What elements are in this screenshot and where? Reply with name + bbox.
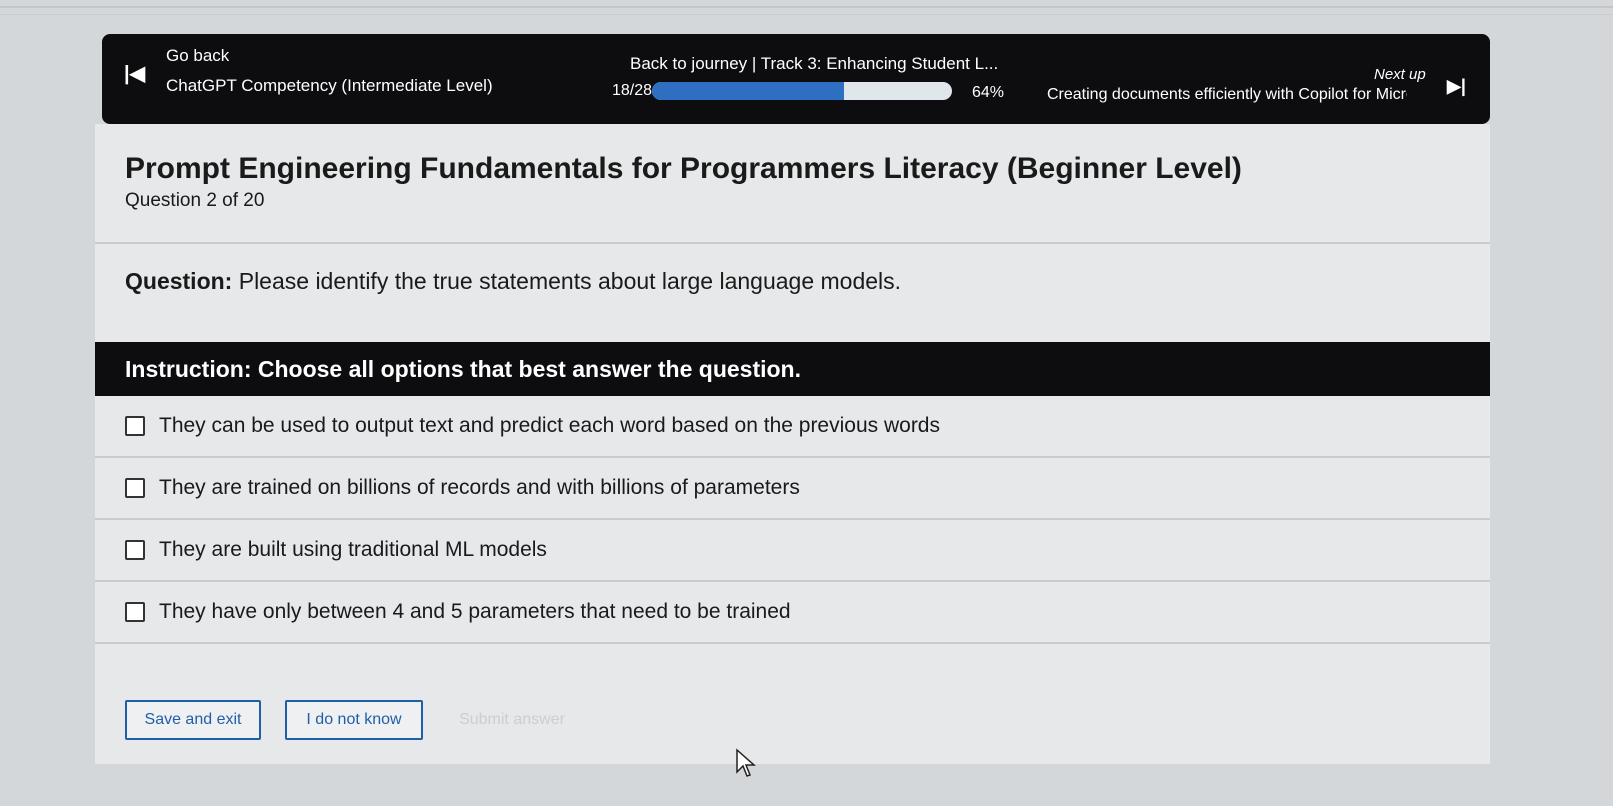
option-label: They can be used to output text and pred… <box>159 414 940 437</box>
progress-percent: 64% <box>972 84 1005 101</box>
answer-option[interactable]: They are built using traditional ML mode… <box>95 520 1490 582</box>
next-up-label: Next up <box>1374 66 1426 83</box>
go-back-link[interactable]: Go back <box>166 46 229 66</box>
skip-next-icon[interactable]: ▶| <box>1447 76 1466 97</box>
course-navigation-bar: |◀ Go back ChatGPT Competency (Intermedi… <box>102 34 1490 124</box>
save-and-exit-button[interactable]: Save and exit <box>125 700 261 740</box>
skip-previous-icon[interactable]: |◀ <box>124 61 145 86</box>
checkbox[interactable] <box>125 478 145 498</box>
background-line <box>0 14 1613 15</box>
checkbox[interactable] <box>125 416 145 436</box>
answer-option[interactable]: They can be used to output text and pred… <box>95 396 1490 458</box>
quiz-card: Prompt Engineering Fundamentals for Prog… <box>95 124 1490 764</box>
instruction-banner: Instruction: Choose all options that bes… <box>95 342 1490 396</box>
checkbox[interactable] <box>125 540 145 560</box>
progress-bar <box>652 82 952 100</box>
question-body: Please identify the true statements abou… <box>232 268 902 294</box>
divider <box>95 242 1490 244</box>
page-title: Prompt Engineering Fundamentals for Prog… <box>125 152 1242 185</box>
mouse-cursor-icon <box>736 748 756 777</box>
option-label: They are trained on billions of records … <box>159 476 800 499</box>
option-label: They have only between 4 and 5 parameter… <box>159 600 791 623</box>
background-line <box>0 6 1613 8</box>
question-text: Question: Please identify the true state… <box>125 268 901 295</box>
checkbox[interactable] <box>125 602 145 622</box>
back-to-journey-link[interactable]: Back to journey | Track 3: Enhancing Stu… <box>630 54 998 74</box>
question-counter: Question 2 of 20 <box>125 190 265 211</box>
i-do-not-know-button[interactable]: I do not know <box>285 700 423 740</box>
submit-answer-button[interactable]: Submit answer <box>447 700 577 740</box>
progress-count: 18/28 <box>612 82 653 99</box>
question-label: Question: <box>125 268 233 294</box>
answer-option[interactable]: They are trained on billions of records … <box>95 458 1490 520</box>
answer-option[interactable]: They have only between 4 and 5 parameter… <box>95 582 1490 644</box>
course-title: ChatGPT Competency (Intermediate Level) <box>166 76 493 95</box>
progress-bar-fill <box>652 82 844 100</box>
next-item-link[interactable]: Creating documents efficiently with Copi… <box>1047 86 1407 104</box>
option-label: They are built using traditional ML mode… <box>159 538 547 561</box>
